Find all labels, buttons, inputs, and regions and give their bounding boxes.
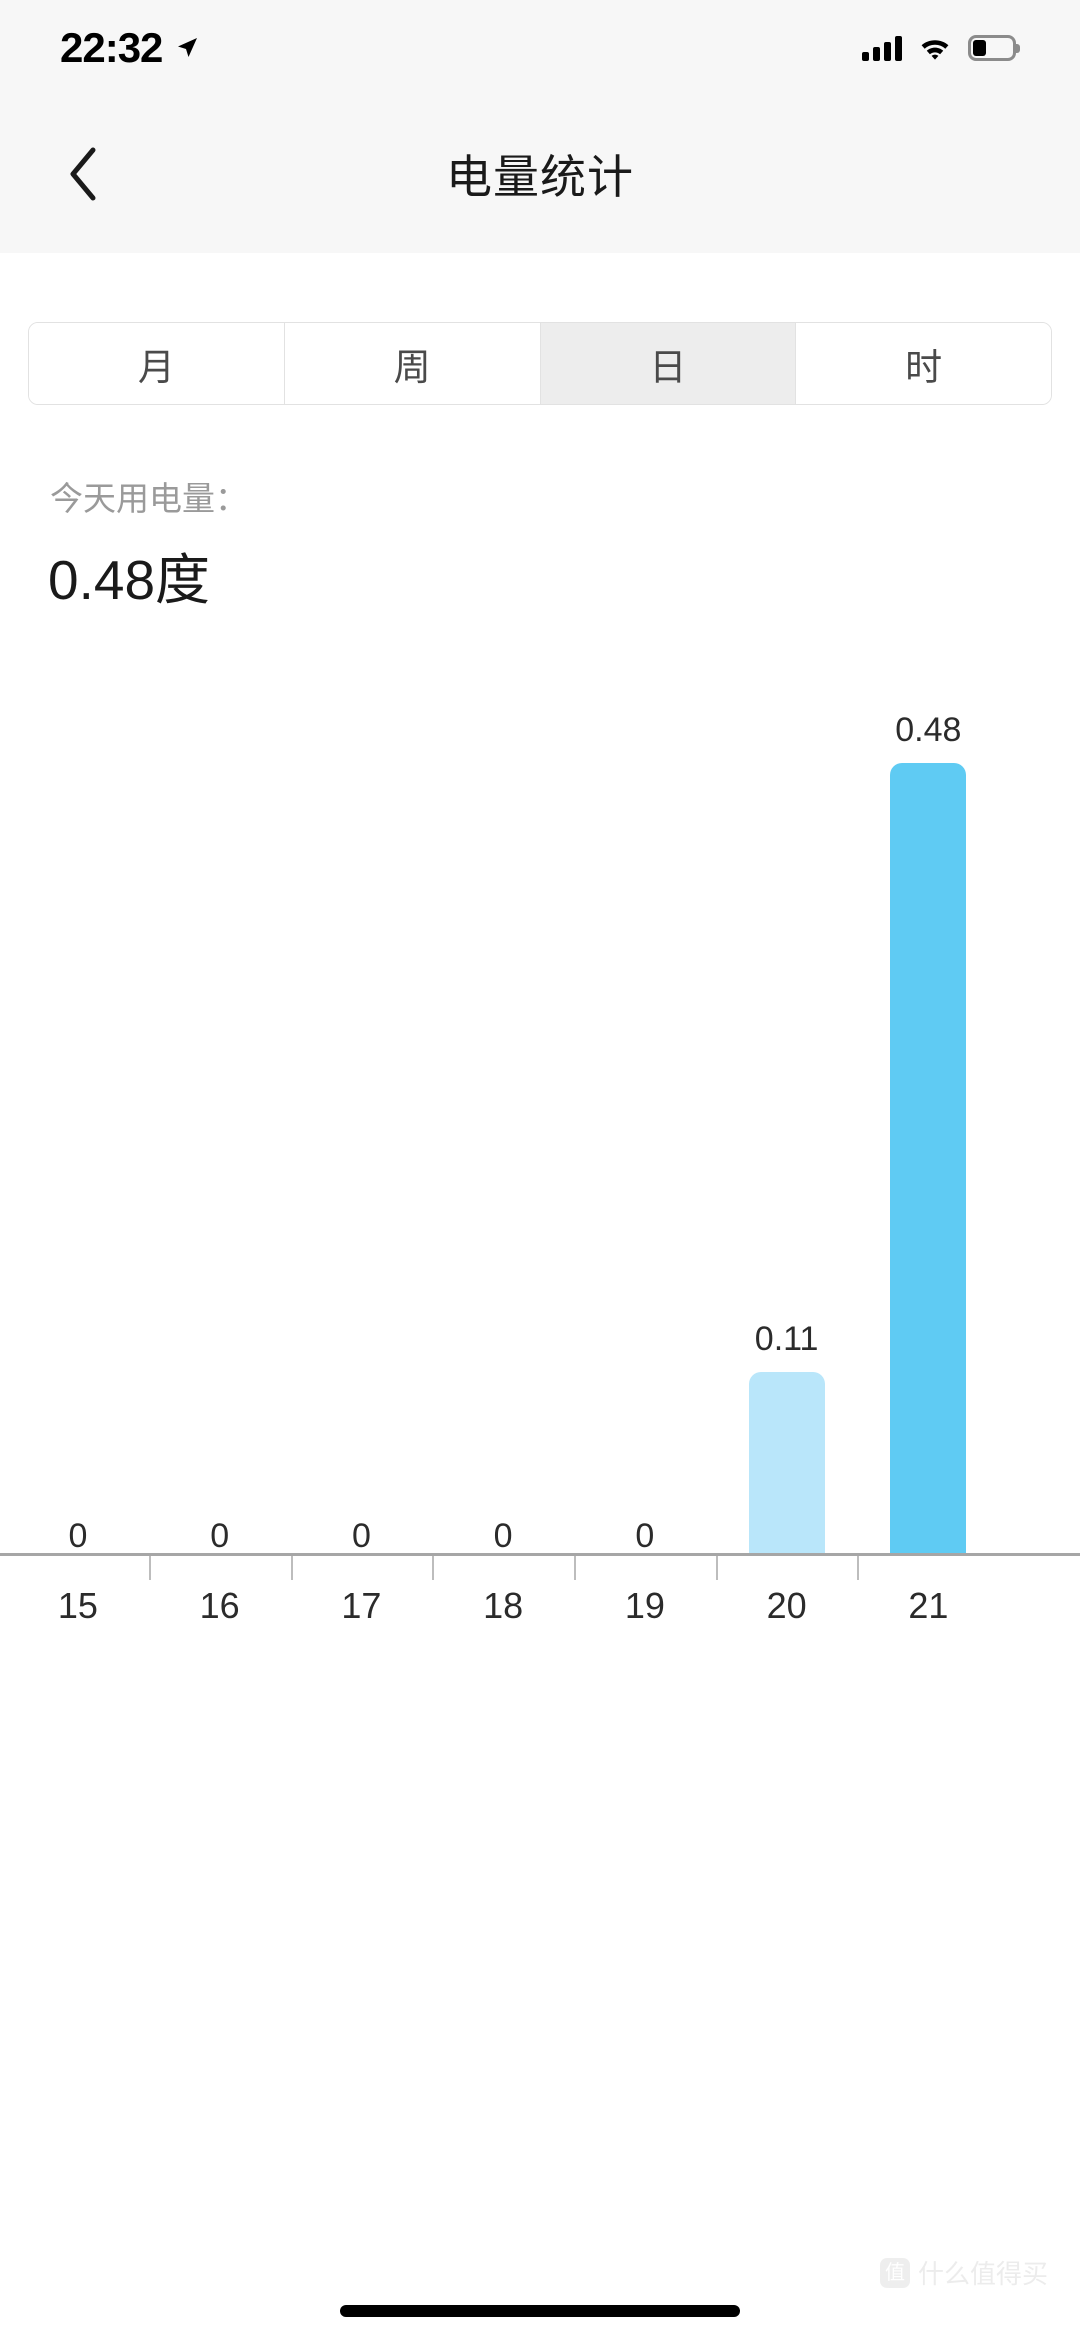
watermark-badge: 值 [879,2257,910,2288]
usage-bar-chart: 0 0 0 0 0 0.11 0.48 15 16 17 18 19 20 21 [0,620,1080,1660]
chart-x-tick-label: 18 [483,1585,524,1626]
status-time: 22:32 [60,23,163,71]
chart-x-tick-label: 16 [199,1585,240,1626]
watermark-text: 什么值得买 [917,2259,1048,2289]
chart-bar-value-label: 0 [351,1517,371,1555]
status-bar: 22:32 [0,0,1080,95]
tab-month[interactable]: 月 [29,323,285,404]
chart-bar[interactable] [748,1371,825,1553]
wifi-icon [921,39,949,60]
back-chevron-icon [70,147,96,201]
back-button[interactable] [38,95,128,253]
chart-x-tick-label: 17 [341,1585,382,1626]
home-indicator[interactable] [340,2305,740,2317]
tab-day[interactable]: 日 [540,323,797,404]
chart-axis-tick [290,1556,293,1580]
today-usage-label: 今天用电量： [50,480,248,517]
chart-bar-value-label: 0.48 [895,711,962,749]
chart-bar[interactable] [890,763,967,1553]
chart-bar-value-label: 0 [210,1517,230,1555]
chart-bar-value-label: 0 [635,1517,655,1555]
chart-bar-group[interactable]: 0 [443,620,563,1553]
status-bar-right [862,34,1020,61]
chart-bar-value-label: 0 [493,1517,513,1555]
chart-axis-tick [432,1556,435,1580]
chart-bar-group[interactable]: 0 [160,620,280,1553]
location-arrow-icon [178,37,198,57]
chart-x-tick-label: 21 [908,1585,949,1626]
chart-bar-group[interactable]: 0.11 [727,620,847,1553]
chart-x-axis [0,1553,1080,1556]
status-bar-left: 22:32 [60,24,200,72]
chart-axis-tick [574,1556,577,1580]
chart-plot-area: 0 0 0 0 0 0.11 0.48 [0,620,1080,1553]
chart-bar-value-label: 0 [68,1517,88,1555]
page-title: 电量统计 [446,151,634,203]
chart-axis-tick [148,1556,151,1580]
chart-bar-group[interactable]: 0 [18,620,138,1553]
chart-axis-tick [715,1556,718,1580]
battery-low-icon [968,34,1020,61]
tab-week[interactable]: 周 [284,323,541,404]
chart-x-tick-label: 19 [624,1585,665,1626]
chart-bar-group[interactable]: 0 [585,620,705,1553]
period-segmented-control[interactable]: 月 周 日 时 [28,322,1052,405]
chart-axis-tick [857,1556,860,1580]
chart-bar-value-label: 0.11 [754,1319,819,1358]
cellular-signal-icon [862,35,902,61]
site-watermark: 值 什么值得买 [879,2254,1048,2291]
chart-x-tick-label: 15 [57,1585,98,1626]
chart-x-tick-label: 20 [766,1585,807,1626]
tab-hour[interactable]: 时 [796,323,1051,404]
chart-bar-group[interactable]: 0 [301,620,421,1553]
today-usage-value: 0.48度 [48,549,211,611]
chart-bar-group[interactable]: 0.48 [868,620,988,1553]
navigation-bar: 电量统计 [0,95,1080,253]
